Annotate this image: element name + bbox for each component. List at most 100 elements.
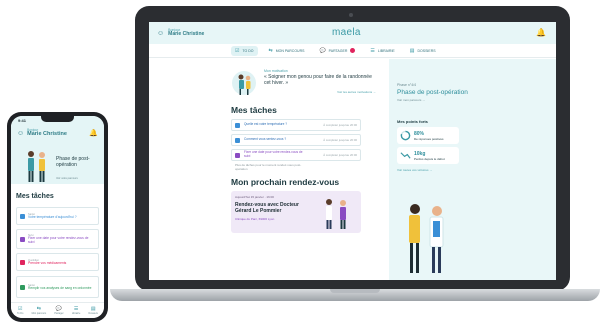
task-item[interactable]: Comment vous sentez-vous ? À compléter j… [231, 134, 361, 146]
tab-label: Dossiers [88, 312, 98, 315]
web-sidebar: Phase n°4/4 Phase de post-opération Voir… [389, 59, 556, 280]
task-item[interactable]: Fixer une date pour votre rendez-vous de… [231, 149, 361, 161]
task-title: Prendre vos médicaments [28, 260, 67, 265]
book-icon: ☰ [370, 47, 375, 54]
phone-screen: 9:41 ☺ Bonjour Marie Christine 🔔 Phase d… [11, 116, 104, 318]
tab-label: Partager [54, 312, 64, 315]
bell-icon[interactable]: 🔔 [89, 129, 98, 137]
appointment-title: Mon prochain rendez-vous [231, 177, 340, 188]
phone-tasks-title: Mes tâches [16, 193, 54, 200]
nav-librairie[interactable]: ☰ LIBRAIRIE [366, 46, 398, 56]
laptop: ☺ Bonjour Marie Christine maela 🔔 ☑ TO D… [135, 6, 570, 291]
tasks-title: Mes tâches [231, 105, 277, 115]
phone-user-name: Marie Christine [27, 131, 67, 138]
task-checkbox[interactable] [20, 259, 25, 265]
hikers-illustration [232, 71, 256, 95]
task-title: Remplir vos analyses de sang en ordonnée [28, 285, 92, 290]
nav-label: PARTAGER [328, 48, 348, 53]
web-header: ☺ Bonjour Marie Christine maela 🔔 [149, 22, 556, 44]
tab-partager[interactable]: 💬 Partager [54, 306, 63, 315]
task-title: Fixer une date pour votre rendez-vous de… [27, 235, 89, 244]
notification-badge [350, 48, 356, 53]
nav-label: DOSSIERS [417, 48, 436, 53]
doctors-illustration [409, 204, 444, 273]
user-icon: ☺ [157, 29, 165, 37]
task-title: Comment vous sentez-vous ? [244, 137, 287, 142]
motivation-label: Mon motivation [264, 69, 288, 73]
nav-label: MON PARCOURS [275, 48, 305, 53]
strengths-link[interactable]: Voir toutes vos victoires → [397, 168, 556, 172]
task-date: À compléter jusqu'au 20:00 [323, 123, 357, 127]
check-icon: ☑ [235, 47, 240, 54]
phone-user[interactable]: ☺ Bonjour Marie Christine [17, 128, 67, 138]
appointment-card[interactable]: Aujourd'hui 15 janvier · 16:00 Rendez-vo… [231, 191, 361, 234]
task-title: Votre température d'aujourd'hui ? [28, 214, 77, 219]
tab-dossiers[interactable]: ▤ Dossiers [89, 306, 98, 315]
stage: ☺ Bonjour Marie Christine maela 🔔 ☑ TO D… [0, 0, 613, 327]
phone-time: 9:41 [18, 118, 27, 123]
phone-phase-link[interactable]: Voir votre parcours [56, 177, 78, 180]
laptop-screen: ☺ Bonjour Marie Christine maela 🔔 ☑ TO D… [149, 22, 556, 280]
user-icon: ☺ [17, 129, 25, 137]
nav-label: LIBRAIRIE [377, 48, 395, 53]
nav-partager[interactable]: 💬 PARTAGER [315, 46, 359, 56]
folder-icon: ▤ [409, 47, 415, 54]
tab-todo[interactable]: ☑ To Do [17, 306, 23, 315]
laptop-base [110, 289, 600, 301]
progress-ring-icon [400, 130, 411, 141]
stat-label: Perdus depuis le début [414, 156, 445, 161]
nav-label: TO DO [242, 48, 254, 53]
phase-title: Phase de post-opération [397, 89, 468, 96]
web-nav: ☑ TO DO ⇆ MON PARCOURS 💬 PARTAGER ☰ LIBR… [149, 44, 556, 58]
web-main: Mon motivation « Soigner mon genou pour … [149, 59, 389, 280]
tab-mon-parcours[interactable]: ⇆ Mon parcours [32, 306, 47, 315]
task-date: À compléter jusqu'au 20:00 [323, 153, 357, 157]
task-checkbox[interactable] [20, 236, 25, 242]
phone-tabbar: ☑ To Do ⇆ Mon parcours 💬 Partager ☰ Libr… [11, 302, 104, 318]
tab-label: To Do [17, 312, 24, 315]
stat-card: 10kg Perdus depuis le début [397, 147, 459, 164]
stat-label: De réponses positives [414, 136, 444, 141]
tab-librairie[interactable]: ☰ Librairie [72, 306, 81, 315]
strengths-title: Mes points forts [397, 119, 428, 124]
phase-label: Phase n°4/4 [397, 83, 417, 87]
route-icon: ⇆ [268, 47, 273, 54]
nav-mon-parcours[interactable]: ⇆ MON PARCOURS [265, 46, 309, 56]
laptop-notch [330, 289, 380, 293]
tab-label: Librairie [71, 312, 81, 315]
task-checkbox[interactable] [20, 284, 25, 290]
nav-todo[interactable]: ☑ TO DO [231, 45, 258, 56]
phone-task-item[interactable]: Santé Remplir vos analyses de sang en or… [16, 276, 99, 298]
phone-header: 9:41 ☺ Bonjour Marie Christine 🔔 Phase d… [11, 116, 104, 184]
tasks-note: Plus de tâches pour le moment rendez-vou… [235, 163, 302, 171]
web-logo[interactable]: maela [332, 27, 361, 38]
phone-task-item[interactable]: Quotidien Prendre vos médicaments [16, 253, 99, 271]
web-user[interactable]: ☺ Bonjour Marie Christine [157, 28, 287, 38]
phone-notch [41, 116, 74, 122]
tab-label: Mon parcours [31, 312, 47, 315]
motivation-quote: « Soigner mon genou pour faire de la ran… [264, 74, 372, 87]
task-checkbox[interactable] [235, 152, 240, 158]
appointment-doctor: Rendez-vous avec Docteur Gérard Le Pommi… [235, 202, 299, 215]
phone-task-item[interactable]: Santé Votre température d'aujourd'hui ? [16, 207, 99, 225]
phase-link[interactable]: Voir mon parcours → [397, 98, 556, 102]
task-checkbox[interactable] [20, 213, 25, 219]
stat-card: 80% De réponses positives [397, 127, 459, 144]
motivation-card: Mon motivation « Soigner mon genou pour … [231, 69, 389, 97]
phone-task-item[interactable]: Suivi Fixer une date pour votre rendez-v… [16, 229, 99, 249]
task-date: À compléter jusqu'au 20:00 [323, 138, 357, 142]
task-title: Quelle est votre température ? [244, 122, 288, 127]
task-item[interactable]: Quelle est votre température ? À complét… [231, 119, 361, 131]
phone: 9:41 ☺ Bonjour Marie Christine 🔔 Phase d… [7, 112, 108, 322]
nav-dossiers[interactable]: ▤ DOSSIERS [406, 46, 440, 56]
bell-icon[interactable]: 🔔 [536, 28, 546, 37]
task-checkbox[interactable] [235, 137, 240, 143]
laptop-camera [349, 13, 353, 17]
task-checkbox[interactable] [235, 122, 240, 128]
motivation-link[interactable]: Voir les autres motivations → [264, 90, 376, 94]
task-title: Fixer une date pour votre rendez-vous de… [244, 150, 303, 158]
phone-phase: Phase de post-opération [56, 156, 90, 168]
chat-icon: 💬 [319, 47, 326, 54]
web-user-name: Marie Christine [168, 31, 205, 38]
doctor-illustration [326, 199, 346, 230]
